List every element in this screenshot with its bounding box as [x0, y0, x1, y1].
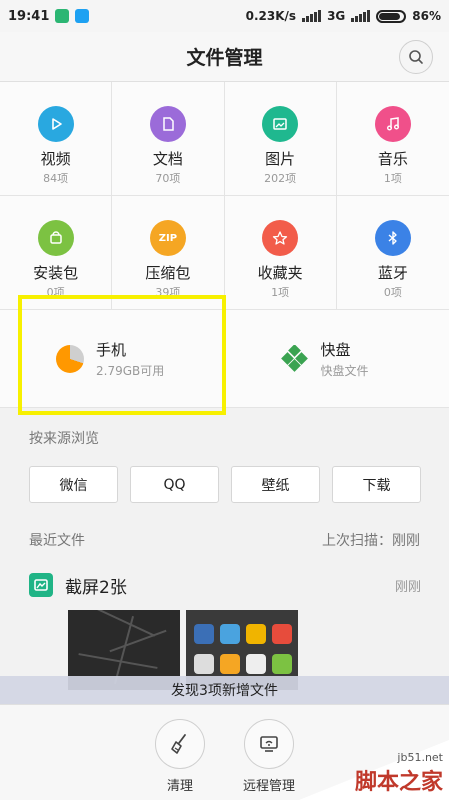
category-count: 70项: [155, 172, 181, 185]
search-icon: [409, 50, 423, 64]
category-package[interactable]: 安装包 0项: [0, 196, 113, 310]
watermark-url: jb51.net: [397, 751, 443, 764]
battery-level: 86%: [412, 9, 441, 23]
browse-source-label: 按来源浏览: [29, 431, 99, 447]
category-label: 音乐: [377, 150, 408, 168]
remote-icon: [260, 736, 278, 752]
network-type: 3G: [327, 9, 346, 23]
signal-icon: [302, 10, 322, 22]
storage-kuaipan-title: 快盘: [320, 340, 351, 359]
battery-icon: [376, 9, 407, 23]
image-icon: [262, 106, 299, 142]
music-icon: [374, 106, 411, 142]
play-icon: [37, 106, 74, 142]
category-label: 视频: [40, 150, 71, 168]
star-icon: [262, 220, 299, 256]
zip-icon: ZIP: [149, 220, 186, 256]
recent-group-header[interactable]: 截屏2张 刚刚: [29, 570, 421, 600]
network-speed: 0.23K/s: [245, 9, 297, 23]
last-scan-text: 上次扫描：刚刚: [322, 533, 420, 549]
status-bar: 19:41 0.23K/s 3G 86%: [0, 0, 449, 32]
app-header: 文件管理: [0, 32, 449, 82]
search-button[interactable]: [399, 40, 433, 74]
category-zip[interactable]: ZIP 压缩包 39项: [112, 196, 225, 310]
category-bluetooth[interactable]: 蓝牙 0项: [336, 196, 449, 310]
recent-group-title: 截屏2张: [65, 577, 127, 598]
category-count: 202项: [264, 172, 297, 185]
source-buttons: 微信 QQ 壁纸 下载: [29, 466, 421, 503]
source-button[interactable]: 壁纸: [231, 466, 320, 503]
document-icon: [149, 106, 186, 142]
category-label: 图片: [265, 150, 296, 168]
signal-icon-2: [351, 10, 371, 22]
remote-manage-label: 远程管理: [243, 779, 296, 794]
category-label: 压缩包: [145, 264, 191, 282]
new-files-notice[interactable]: 发现3项新增文件: [0, 676, 449, 704]
broom-icon: [171, 734, 186, 754]
category-count: 1项: [271, 286, 290, 299]
clean-button-circle: [155, 719, 205, 769]
drop-icon: [75, 9, 90, 23]
category-star[interactable]: 收藏夹 1项: [224, 196, 337, 310]
category-label: 蓝牙: [377, 264, 408, 282]
watermark-text: 脚本之家: [354, 769, 443, 795]
category-count: 1项: [383, 172, 402, 185]
status-time: 19:41: [8, 8, 50, 24]
bluetooth-icon: [374, 220, 411, 256]
category-count: 0项: [383, 286, 402, 299]
category-music[interactable]: 音乐 1项: [336, 82, 449, 196]
storage-kuaipan[interactable]: 快盘 快盘文件: [225, 310, 449, 407]
shield-icon: [55, 9, 70, 23]
category-image[interactable]: 图片 202项: [224, 82, 337, 196]
package-icon: [37, 220, 74, 256]
category-label: 文档: [152, 150, 183, 168]
category-label: 收藏夹: [257, 264, 303, 282]
page-title: 文件管理: [186, 47, 263, 69]
source-button[interactable]: QQ: [130, 466, 219, 503]
remote-button-circle: [244, 719, 294, 769]
source-button[interactable]: 下载: [332, 466, 421, 503]
category-label: 安装包: [33, 264, 79, 282]
recent-files-label: 最近文件: [29, 533, 85, 549]
source-button[interactable]: 微信: [29, 466, 118, 503]
category-document[interactable]: 文档 70项: [112, 82, 225, 196]
screenshot-icon: [29, 573, 53, 597]
recent-group-time: 刚刚: [394, 579, 421, 595]
category-grid: 视频 84项 文档 70项 图片 202项 音乐 1项 安装包 0项 ZIP 压缩包 39项 收藏夹 1项蓝…: [0, 82, 449, 310]
highlight-box: [18, 295, 226, 415]
kuaipan-icon: [280, 344, 308, 372]
watermark: jb51.net 脚本之家: [289, 740, 449, 800]
remote-manage-button[interactable]: 远程管理: [243, 719, 295, 794]
clean-label: 清理: [166, 779, 193, 794]
category-count: 84项: [43, 172, 69, 185]
storage-kuaipan-subtitle: 快盘文件: [320, 363, 369, 378]
clean-button[interactable]: 清理: [155, 719, 205, 794]
zip-icon-text: ZIP: [158, 232, 178, 244]
category-play[interactable]: 视频 84项: [0, 82, 113, 196]
